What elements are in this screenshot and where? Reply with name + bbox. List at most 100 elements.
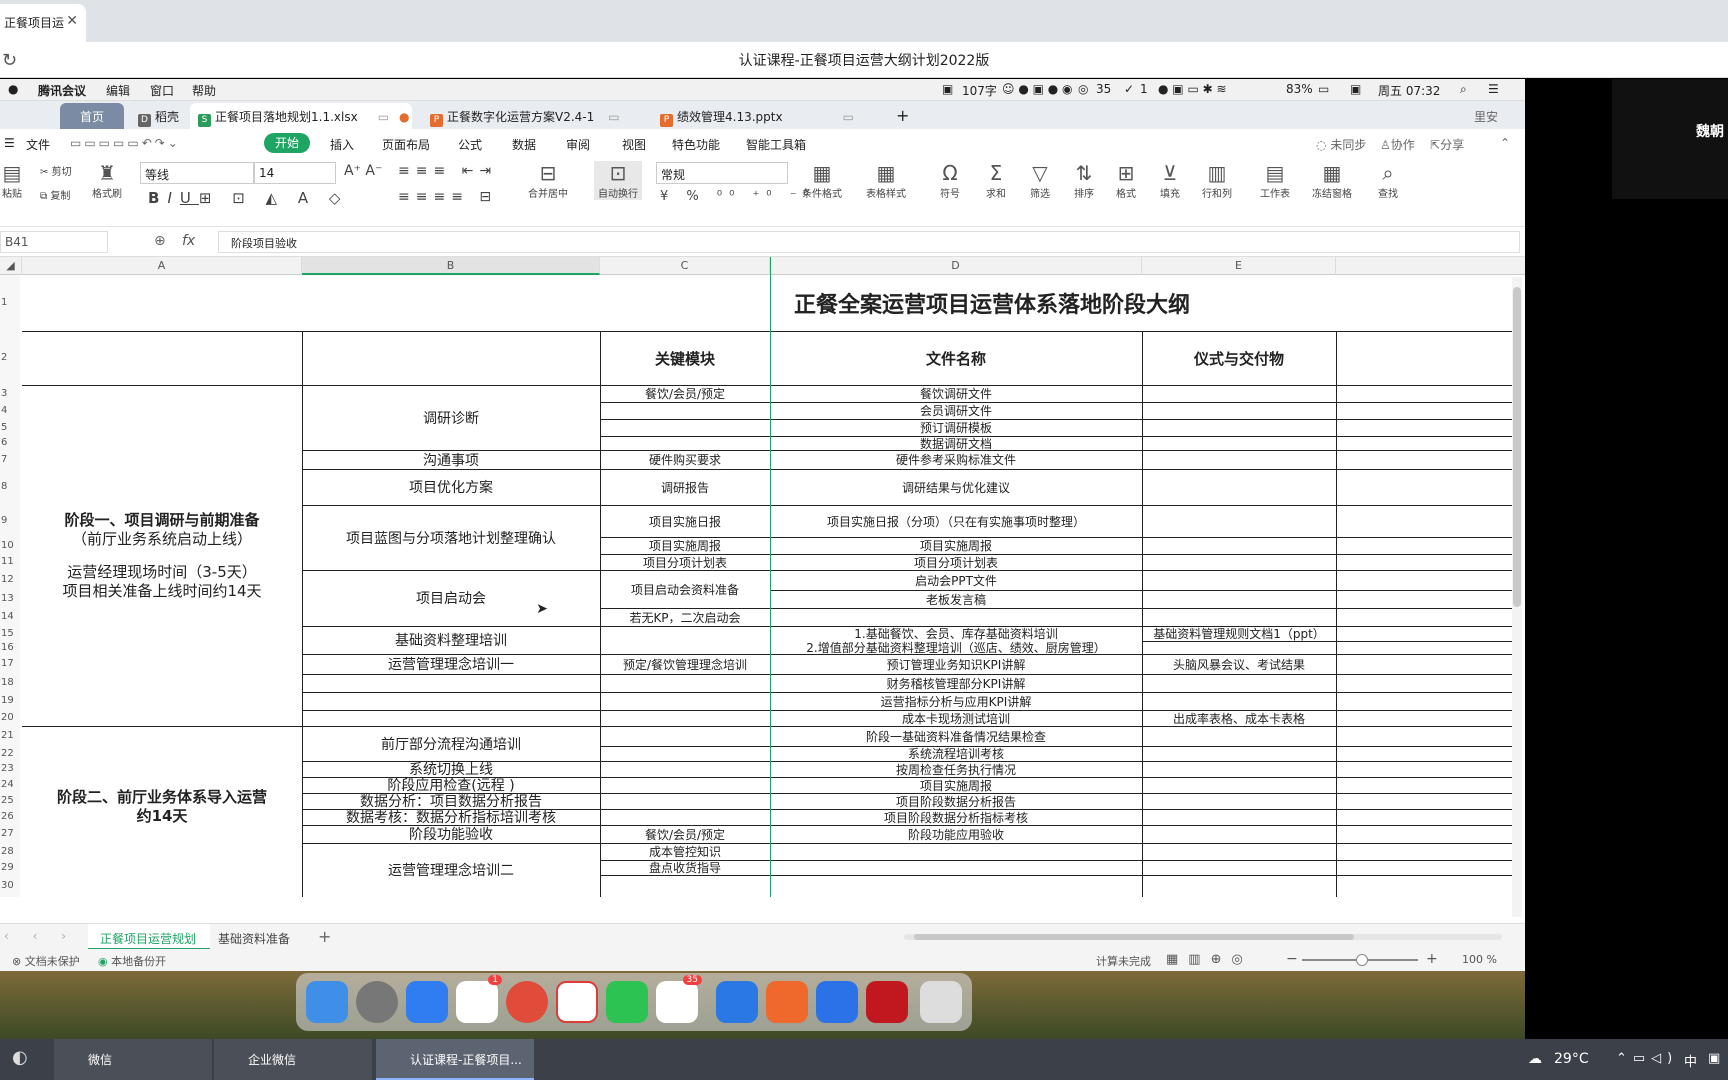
key-module-cell[interactable]: 调研报告: [600, 469, 770, 505]
key-module-cell[interactable]: 项目实施周报: [600, 537, 770, 554]
file-name-cell[interactable]: 硬件参考采购标准文件: [770, 450, 1142, 469]
key-module-cell[interactable]: 项目启动会资料准备: [600, 570, 770, 608]
view-mode-icons[interactable]: ▦▥⊕◎: [1166, 952, 1253, 967]
taskbar-wework[interactable]: 企业微信: [214, 1039, 372, 1080]
menu-start[interactable]: 开始: [264, 133, 310, 153]
file-name-cell[interactable]: 启动会PPT文件: [770, 570, 1142, 590]
select-all-corner[interactable]: ◢: [0, 257, 22, 275]
participant-video[interactable]: 魏朝: [1612, 79, 1728, 199]
stage-two-cell[interactable]: 阶段二、前厅业务体系导入运营 约14天: [22, 726, 302, 897]
row-number[interactable]: 10: [0, 537, 20, 554]
zoom-formula-icon[interactable]: ⊕: [154, 233, 166, 249]
font-size-select[interactable]: 14: [254, 162, 336, 184]
file-name-cell[interactable]: 运营指标分析与应用KPI讲解: [770, 692, 1142, 710]
user-account[interactable]: 里安: [1466, 103, 1506, 129]
ime-icon[interactable]: ▣: [1708, 1051, 1720, 1066]
file-name-cell[interactable]: 财务稽核管理部分KPI讲解: [770, 674, 1142, 692]
copy-button[interactable]: ⧉ 复制: [40, 187, 70, 202]
status-icons[interactable]: ☺ ● ▣ ● ◉: [1002, 82, 1073, 96]
row-number[interactable]: 11: [0, 554, 20, 570]
acrobat-icon[interactable]: [866, 981, 908, 1023]
file-name-cell[interactable]: 阶段一基础资料准备情况结果检查: [770, 726, 1142, 746]
key-module-cell[interactable]: 餐饮/会员/预定: [600, 825, 770, 843]
zoom-level[interactable]: 100 %: [1462, 953, 1497, 966]
file-name-cell[interactable]: 项目实施周报: [770, 777, 1142, 793]
number-icons[interactable]: ¥ % ⁰⁰ ⁺⁰ ⁻⁰: [660, 189, 816, 204]
module-cell[interactable]: 数据考核：数据分析指标培训考核: [302, 809, 600, 825]
finder-icon[interactable]: [306, 981, 348, 1023]
module-cell[interactable]: 沟通事项: [302, 450, 600, 469]
tab-xlsx[interactable]: S 正餐项目落地规划1.1.xlsx ▭ ●: [190, 103, 412, 129]
symbol-button[interactable]: Ω 符号: [940, 161, 960, 200]
file-name-cell[interactable]: 系统流程培训考核: [770, 746, 1142, 761]
row-number[interactable]: 25: [0, 793, 20, 809]
row-number[interactable]: 3: [0, 385, 20, 402]
menu-file[interactable]: 文件: [26, 136, 50, 153]
window-icon[interactable]: ▭: [378, 110, 389, 124]
wrap-button[interactable]: ⊡ 自动换行: [594, 161, 642, 200]
menu-app[interactable]: 腾讯会议: [38, 82, 86, 99]
row-number[interactable]: 9: [0, 505, 20, 537]
key-module-cell[interactable]: 预定/餐饮管理理念培训: [600, 654, 770, 674]
row-number[interactable]: 5: [0, 419, 20, 436]
list-icon[interactable]: ☰: [1488, 82, 1499, 96]
file-name-cell[interactable]: 项目实施日报（分项）（只在有实施事项时整理）: [770, 505, 1142, 537]
module-cell[interactable]: 项目优化方案: [302, 469, 600, 505]
ime-indicator[interactable]: 中: [1684, 1051, 1697, 1070]
key-module-cell[interactable]: 项目分项计划表: [600, 554, 770, 570]
key-module-cell[interactable]: 成本管控知识: [600, 843, 770, 860]
file-name-cell[interactable]: 按周检查任务执行情况: [770, 761, 1142, 777]
row-number[interactable]: 13: [0, 590, 20, 608]
file-name-cell[interactable]: 项目分项计划表: [770, 554, 1142, 570]
table-style-button[interactable]: ▦ 表格样式: [866, 161, 906, 200]
new-tab-icon[interactable]: +: [888, 101, 917, 127]
row-number[interactable]: 21: [0, 726, 20, 746]
sum-button[interactable]: Σ 求和: [986, 161, 1006, 200]
trash-icon[interactable]: [920, 981, 962, 1023]
tencent-meeting-icon[interactable]: 35: [656, 975, 702, 1023]
text-style-buttons[interactable]: BIU⊞ ⊡ ◭ A ◇: [148, 189, 348, 207]
key-module-cell[interactable]: 若无KP，二次启动会: [600, 608, 770, 626]
module-cell[interactable]: 调研诊断: [302, 385, 600, 450]
module-cell[interactable]: 运营管理理念培训一: [302, 654, 600, 674]
module-cell[interactable]: 基础资料整理培训: [302, 626, 600, 654]
zoom-thumb[interactable]: [1356, 954, 1368, 966]
backup-status[interactable]: ◉ 本地备份开: [98, 953, 166, 969]
file-name-cell[interactable]: 1.基础餐饮、会员、库存基础资料培训: [770, 626, 1142, 641]
app-icon[interactable]: ▣: [1350, 82, 1361, 96]
file-name-cell[interactable]: 项目实施周报: [770, 537, 1142, 554]
fill-button[interactable]: ⊻ 填充: [1160, 161, 1180, 200]
row-number[interactable]: 18: [0, 674, 20, 692]
clock[interactable]: 周五 07:32: [1378, 82, 1440, 99]
row-number[interactable]: 7: [0, 450, 20, 469]
module-cell[interactable]: 项目蓝图与分项落地计划整理确认: [302, 505, 600, 570]
row-number[interactable]: 22: [0, 746, 20, 761]
protect-status[interactable]: ⊗ 文档未保护: [12, 953, 80, 969]
module-cell[interactable]: 前厅部分流程沟通培训: [302, 726, 600, 761]
file-name-cell[interactable]: 项目阶段数据分析报告: [770, 793, 1142, 809]
add-sheet-icon[interactable]: +: [318, 927, 331, 946]
file-name-cell[interactable]: 预订管理业务知识KPI讲解: [770, 654, 1142, 674]
file-name-cell[interactable]: 项目阶段数据分析指标考核: [770, 809, 1142, 825]
zoom-in-icon[interactable]: +: [1426, 951, 1438, 967]
col-header-d[interactable]: D: [770, 257, 1142, 275]
share-button[interactable]: ⇱分享: [1430, 136, 1464, 153]
row-number[interactable]: 17: [0, 654, 20, 674]
deliverable-cell[interactable]: 基础资料管理规则文档1（ppt）: [1142, 626, 1336, 641]
lark-icon[interactable]: [716, 981, 758, 1023]
fx-icon[interactable]: fx: [182, 233, 195, 249]
file-name-cell[interactable]: 数据调研文档: [770, 436, 1142, 451]
number-format-select[interactable]: 常规: [656, 162, 788, 184]
collab-button[interactable]: ♙协作: [1380, 136, 1415, 153]
file-name-cell[interactable]: 2.增值部分基础资料整理培训（巡店、绩效、厨房管理）: [770, 641, 1142, 654]
weather-temp[interactable]: 29°C: [1554, 1051, 1589, 1067]
col-header-a[interactable]: A: [22, 257, 302, 275]
file-name-cell[interactable]: 餐饮调研文件: [770, 385, 1142, 402]
header-file-name[interactable]: 文件名称: [770, 331, 1142, 385]
row-number[interactable]: 16: [0, 641, 20, 654]
input-method-icon[interactable]: ▣: [942, 82, 953, 96]
col-header-e[interactable]: E: [1142, 257, 1336, 275]
find-button[interactable]: ⌕ 查找: [1378, 161, 1398, 200]
format-button[interactable]: ⊞ 格式: [1116, 161, 1136, 200]
collapse-icon[interactable]: ⌃: [1500, 136, 1510, 150]
